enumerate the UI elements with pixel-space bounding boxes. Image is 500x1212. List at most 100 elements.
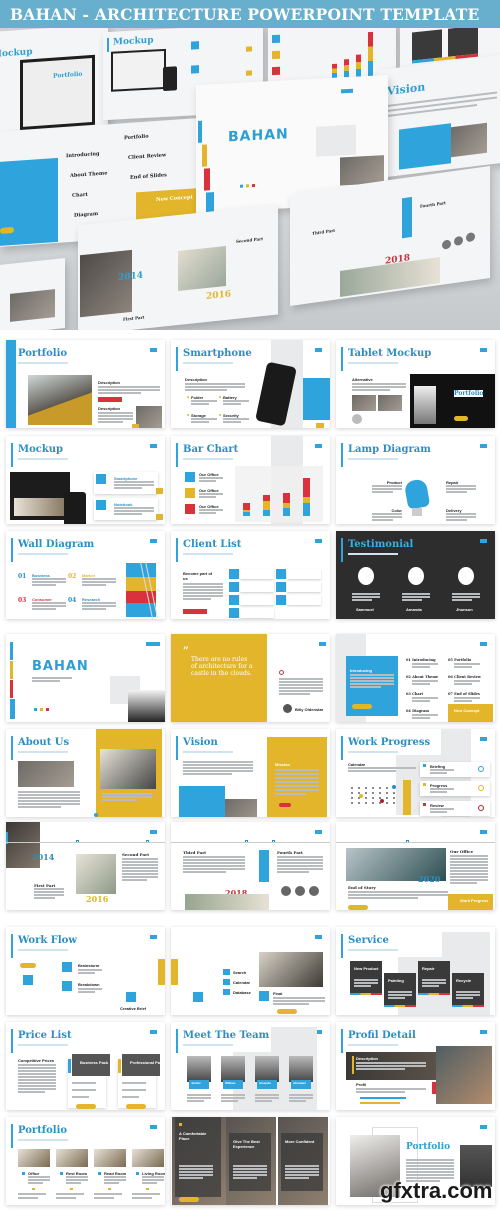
slide-thumbnail[interactable]: Introducing 01 Introducing 02 About Theme 0… (336, 634, 495, 722)
swatch (46, 708, 49, 711)
subtitle-line (348, 1044, 398, 1046)
slide-thumbnail[interactable]: Testimonial Sammuel Amanda Jhonson (336, 531, 495, 619)
text-line (102, 796, 152, 798)
agenda-item: 06 Client Review (448, 675, 481, 679)
text-line (183, 592, 223, 594)
text-line (454, 663, 480, 665)
status-square (423, 783, 426, 786)
join-button (183, 609, 207, 614)
text-line (372, 519, 393, 521)
slide-title: Portfolio (406, 1142, 451, 1152)
overlay-title: More Confident (285, 1139, 315, 1144)
calendar-day (351, 802, 353, 804)
slide-thumbnail[interactable]: Lamp Diagram Product Repair Color Delivery (336, 436, 495, 524)
slide-thumbnail[interactable]: Mockup Smartphone Notebook (6, 436, 165, 524)
slide-thumbnail[interactable]: ” There are no rules of architecture for … (171, 634, 330, 722)
quote-icon (279, 670, 284, 675)
avatar (408, 567, 424, 585)
hero-slide-title: Mockup (113, 35, 154, 48)
text-line (275, 773, 319, 775)
text-line (422, 982, 446, 984)
slide-thumbnail[interactable]: Profil Detail Description Profil (336, 1022, 495, 1110)
slide-title: Meet The Team (183, 1030, 270, 1041)
slide-thumbnail[interactable]: BAHAN (6, 634, 165, 722)
year-label: 2016 (86, 894, 109, 904)
page-number-badge (315, 935, 322, 939)
yellow-tag (316, 423, 324, 428)
text-line (122, 1082, 146, 1084)
hero-collage: Mockup Portfolio Mockup Vision Introduci… (0, 0, 500, 330)
text-line (98, 415, 133, 417)
slide-thumbnail[interactable]: Service New Product Painting Repair Recycle (336, 927, 495, 1015)
calendar-marker (380, 799, 384, 803)
slide-thumbnail[interactable]: Vision Mission (171, 729, 330, 817)
text-line (34, 888, 64, 890)
text-line (402, 596, 430, 598)
text-line (450, 861, 488, 863)
text-line (18, 1079, 56, 1081)
lamp-bulb-icon (403, 478, 431, 510)
text-line (179, 1171, 213, 1173)
office-title: Our Office (450, 849, 474, 854)
slide-thumbnail[interactable]: Wall Diagram 01 Business 02 Market 03 Consumer… (6, 531, 165, 619)
slide-thumbnail[interactable]: Work Progress Calendar Briefing Progress Rev… (336, 729, 495, 817)
text-line (233, 1171, 267, 1173)
slide-thumbnail[interactable]: Portfolio Description Description (6, 340, 165, 428)
text-line (406, 1168, 454, 1170)
text-line (191, 400, 217, 402)
calendar-day (351, 787, 353, 789)
text-line (289, 1094, 313, 1096)
text-line (98, 392, 142, 394)
text-line (406, 1159, 454, 1161)
text-line (430, 811, 447, 813)
text-line (199, 512, 216, 514)
bar-red-3 (283, 492, 290, 504)
slide-thumbnail[interactable]: Meet The Team Jenifer William Amanda Abraham (171, 1022, 330, 1110)
text-line (275, 789, 319, 791)
text-line (18, 1091, 45, 1093)
client-logo (287, 595, 321, 605)
text-line (78, 988, 102, 990)
text-line (187, 1094, 211, 1096)
office-icon (185, 472, 195, 482)
page-number-badge (480, 830, 487, 834)
text-line (356, 1068, 405, 1070)
page-number-badge (480, 348, 487, 352)
text-line (66, 1182, 82, 1184)
text-line (372, 513, 402, 515)
slide-thumbnail[interactable]: Smartphone Description Folder Battery Storag… (171, 340, 330, 428)
service-label: Repair (422, 966, 435, 971)
text-line (372, 516, 402, 518)
slide-thumbnail[interactable]: Search Calendar Database Final (171, 927, 330, 1015)
text-line (183, 586, 223, 588)
slide-thumbnail[interactable]: Bar Chart Our Office Our Office Our Office (171, 436, 330, 524)
text-line (114, 507, 154, 509)
step-number: 02 (68, 573, 77, 580)
slide-thumbnail[interactable]: Tablet Mockup Alternative Portfolio (336, 340, 495, 428)
slide-title: Work Flow (18, 935, 77, 946)
slide-thumbnail[interactable]: Work Flow Brainstorm Breakdown Creative Bri… (6, 927, 165, 1015)
slide-thumbnail[interactable]: A Comfortable Place Give The Best Experie… (171, 1117, 330, 1205)
text-line (122, 864, 158, 866)
calendar-day (365, 792, 367, 794)
room-photo (132, 1149, 164, 1167)
slide-thumbnail[interactable]: About Us (6, 729, 165, 817)
slide-thumbnail[interactable]: Portfolio Office Rest Room Read Room Living … (6, 1117, 165, 1205)
bar-yellow-3 (283, 503, 290, 508)
price-card-header (122, 1054, 160, 1076)
photo (76, 854, 116, 894)
calendar-day (358, 802, 360, 804)
text-overlay (175, 1117, 221, 1197)
subtitle-line (348, 458, 398, 460)
text-line (275, 781, 319, 783)
slide-thumbnail[interactable]: 2014 2016 First Part Second Part (6, 822, 165, 910)
text-line (221, 1100, 238, 1102)
text-line (114, 487, 142, 489)
slide-thumbnail[interactable]: 2020 Our Office End of Story Work Progress (336, 822, 495, 910)
text-line (18, 1197, 38, 1199)
slide-thumbnail[interactable]: Client List Become part of us (171, 531, 330, 619)
text-line (452, 599, 472, 601)
slide-thumbnail[interactable]: Third Part Fourth Part 2018 (171, 822, 330, 910)
member-name: William (225, 1081, 236, 1085)
slide-thumbnail[interactable]: Price List Competitive Prices Business Pac… (6, 1022, 165, 1110)
